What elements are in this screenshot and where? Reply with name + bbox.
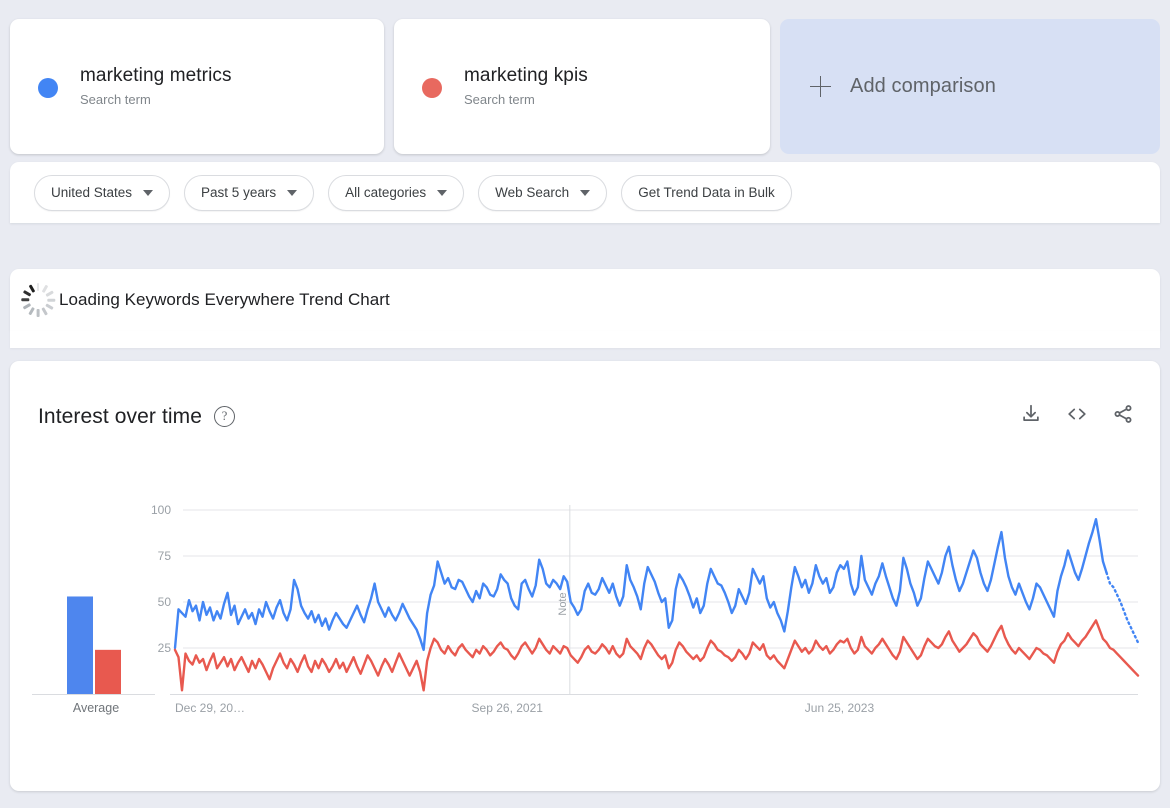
filter-bar: United States Past 5 years All categorie… xyxy=(10,162,1160,223)
search-term-subtitle-1: Search term xyxy=(80,91,151,107)
plus-icon xyxy=(810,75,832,98)
chevron-down-icon xyxy=(437,189,448,196)
chart-header: Interest over time ? xyxy=(38,403,1134,430)
search-term-card-2[interactable]: marketing kpis Search term xyxy=(394,19,770,154)
chart-actions xyxy=(1020,403,1134,430)
loading-panel-body xyxy=(10,331,1160,348)
filter-time-range[interactable]: Past 5 years xyxy=(184,174,315,211)
interest-over-time-panel: Interest over time ? Average 25 50 75 10… xyxy=(10,361,1160,791)
share-icon[interactable] xyxy=(1112,403,1134,430)
loading-banner: Loading Keywords Everywhere Trend Chart xyxy=(10,269,1160,331)
y-axis-tick: 50 xyxy=(158,595,172,609)
series-color-dot-2 xyxy=(422,77,442,98)
filter-search-type-label: Web Search xyxy=(495,185,570,200)
filter-time-range-label: Past 5 years xyxy=(201,185,277,200)
filter-category-label: All categories xyxy=(345,185,427,200)
filter-search-type[interactable]: Web Search xyxy=(478,174,608,211)
embed-code-icon[interactable] xyxy=(1065,403,1089,430)
chevron-down-icon xyxy=(143,189,154,196)
comparison-row: marketing metrics Search term marketing … xyxy=(10,19,1160,154)
series-color-dot-1 xyxy=(38,77,58,98)
trends-line-chart[interactable]: Average 25 50 75 100 Note Dec 29, 20… Sep 26, 2… xyxy=(10,496,1160,726)
y-axis-tick: 75 xyxy=(158,549,172,563)
bulk-button-label: Get Trend Data in Bulk xyxy=(638,185,775,200)
loading-spinner-icon xyxy=(19,281,57,319)
line-series-2 xyxy=(173,619,1140,692)
loading-message: Loading Keywords Everywhere Trend Chart xyxy=(59,290,390,309)
x-axis-tick: Jun 25, 2023 xyxy=(805,701,875,715)
note-annotation: Note xyxy=(557,592,569,615)
chevron-down-icon xyxy=(580,189,591,196)
google-trends-page: marketing metrics Search term marketing … xyxy=(0,0,1170,808)
search-term-card-1[interactable]: marketing metrics Search term xyxy=(10,19,384,154)
line-series-1 xyxy=(173,518,1108,652)
add-comparison-label: Add comparison xyxy=(850,75,996,97)
line-series-partial-1 xyxy=(1105,571,1140,644)
search-term-title-1: marketing metrics xyxy=(80,64,232,86)
search-term-title-2: marketing kpis xyxy=(464,64,588,86)
get-trend-data-in-bulk-button[interactable]: Get Trend Data in Bulk xyxy=(621,174,792,211)
average-bar-2 xyxy=(95,649,121,694)
average-bar-1 xyxy=(67,596,93,694)
filter-location-label: United States xyxy=(51,185,133,200)
add-comparison-button[interactable]: Add comparison xyxy=(780,19,1160,154)
search-term-subtitle-2: Search term xyxy=(464,91,535,107)
chevron-down-icon xyxy=(287,189,298,196)
filter-category[interactable]: All categories xyxy=(328,174,465,211)
average-label: Average xyxy=(73,701,119,715)
filter-location[interactable]: United States xyxy=(34,174,171,211)
help-icon[interactable]: ? xyxy=(214,406,236,427)
chart-title: Interest over time xyxy=(38,404,203,428)
chart-plot-area: Average 25 50 75 100 Note Dec 29, 20… Sep 26, 2… xyxy=(10,496,1160,726)
x-axis-tick: Sep 26, 2021 xyxy=(472,701,544,715)
x-axis-tick: Dec 29, 20… xyxy=(175,701,245,715)
y-axis-tick: 100 xyxy=(151,503,171,517)
download-icon[interactable] xyxy=(1020,403,1042,430)
y-axis-tick: 25 xyxy=(158,641,172,655)
